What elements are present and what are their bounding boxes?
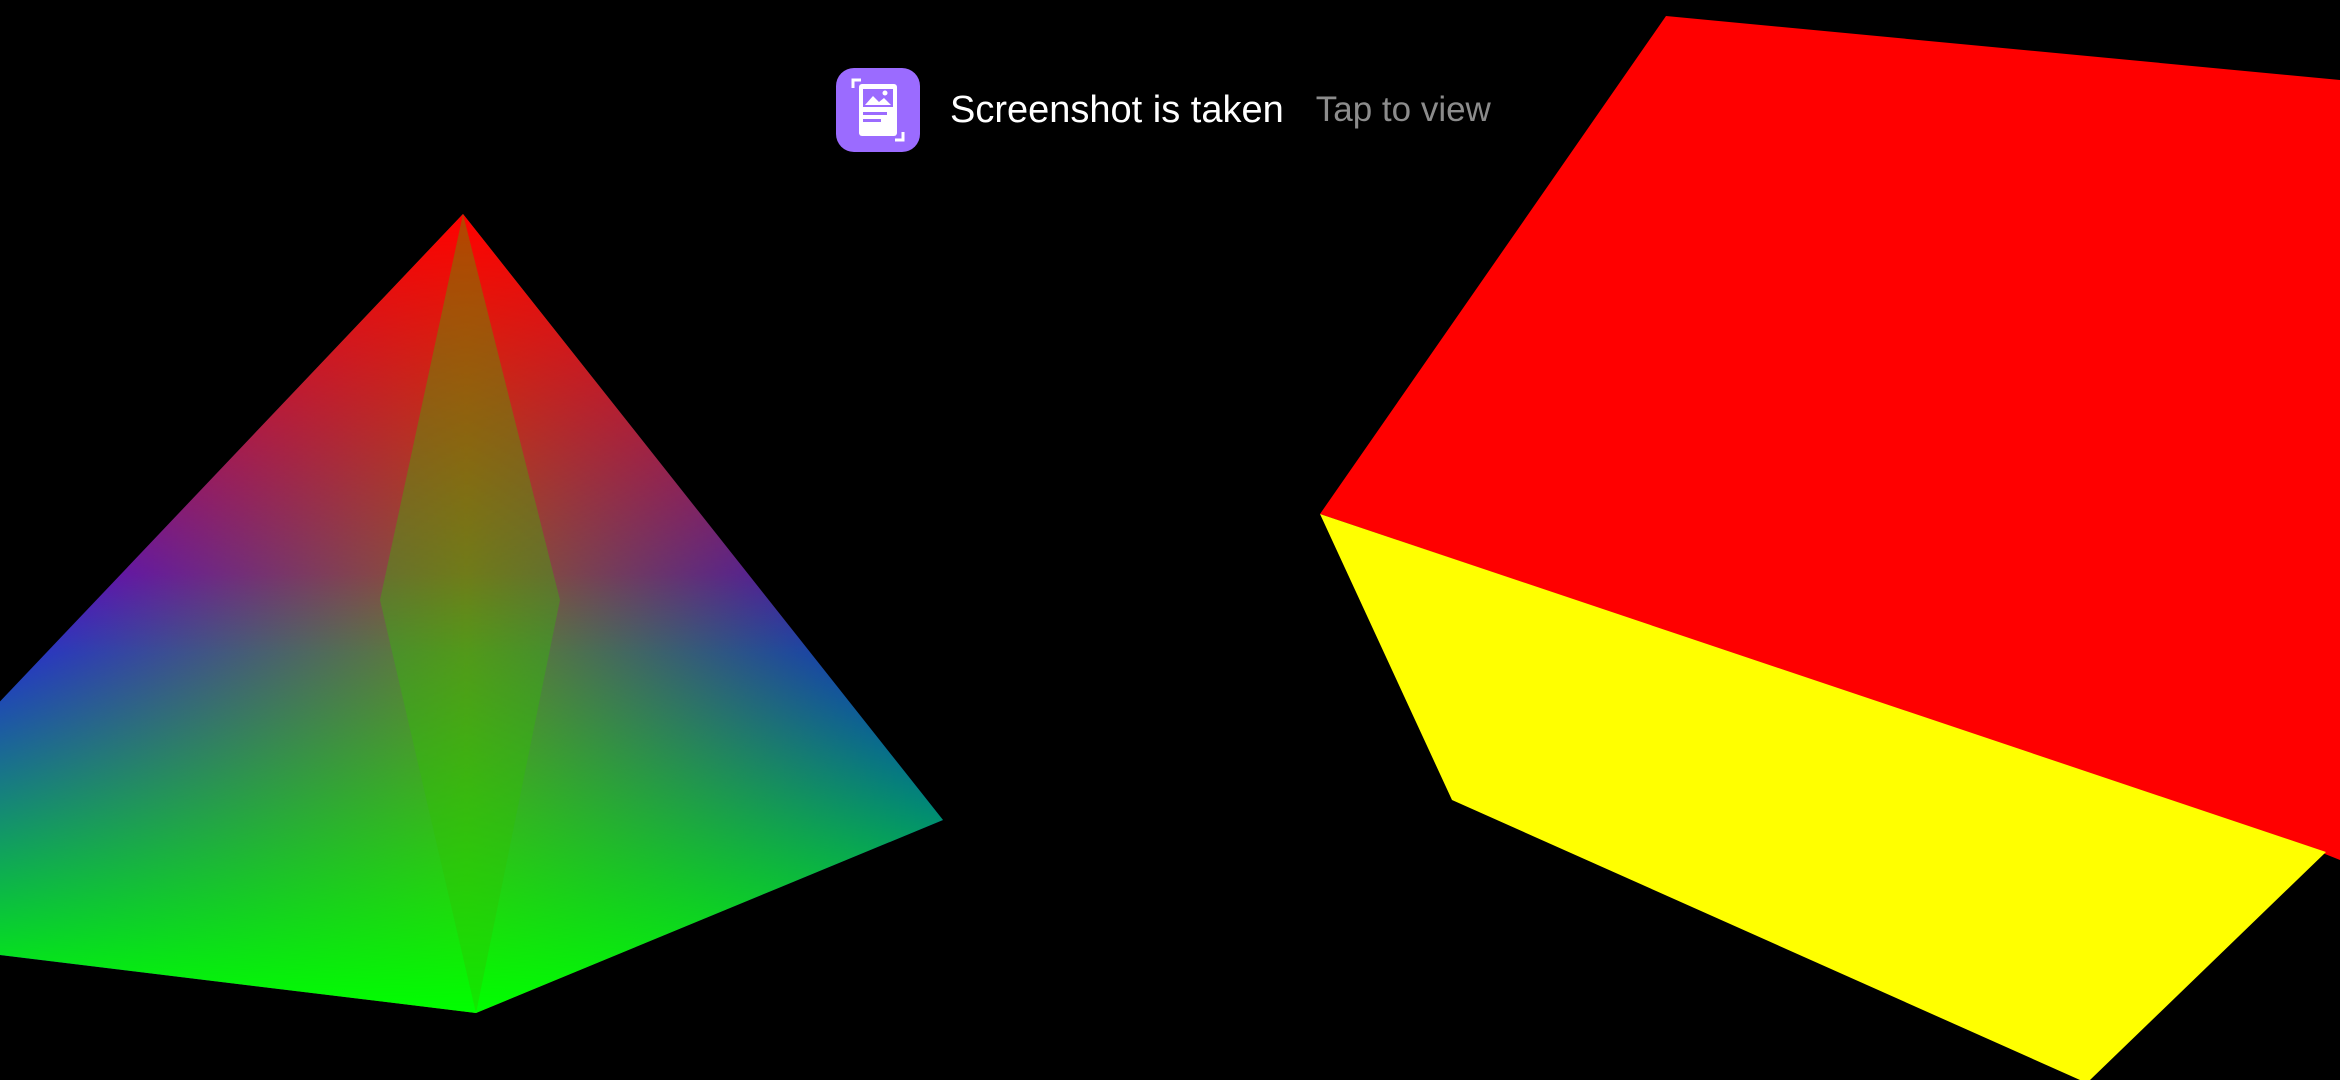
screenshot-toast[interactable]: Screenshot is taken Tap to view <box>836 68 1491 152</box>
tap-to-view-link[interactable]: Tap to view <box>1316 90 1491 130</box>
opengl-scene-canvas <box>0 16 2340 1080</box>
screenshot-icon <box>836 68 920 152</box>
toast-title: Screenshot is taken <box>950 88 1284 131</box>
pyramid-shape <box>0 214 943 1013</box>
cube-shape <box>1320 16 2340 1080</box>
